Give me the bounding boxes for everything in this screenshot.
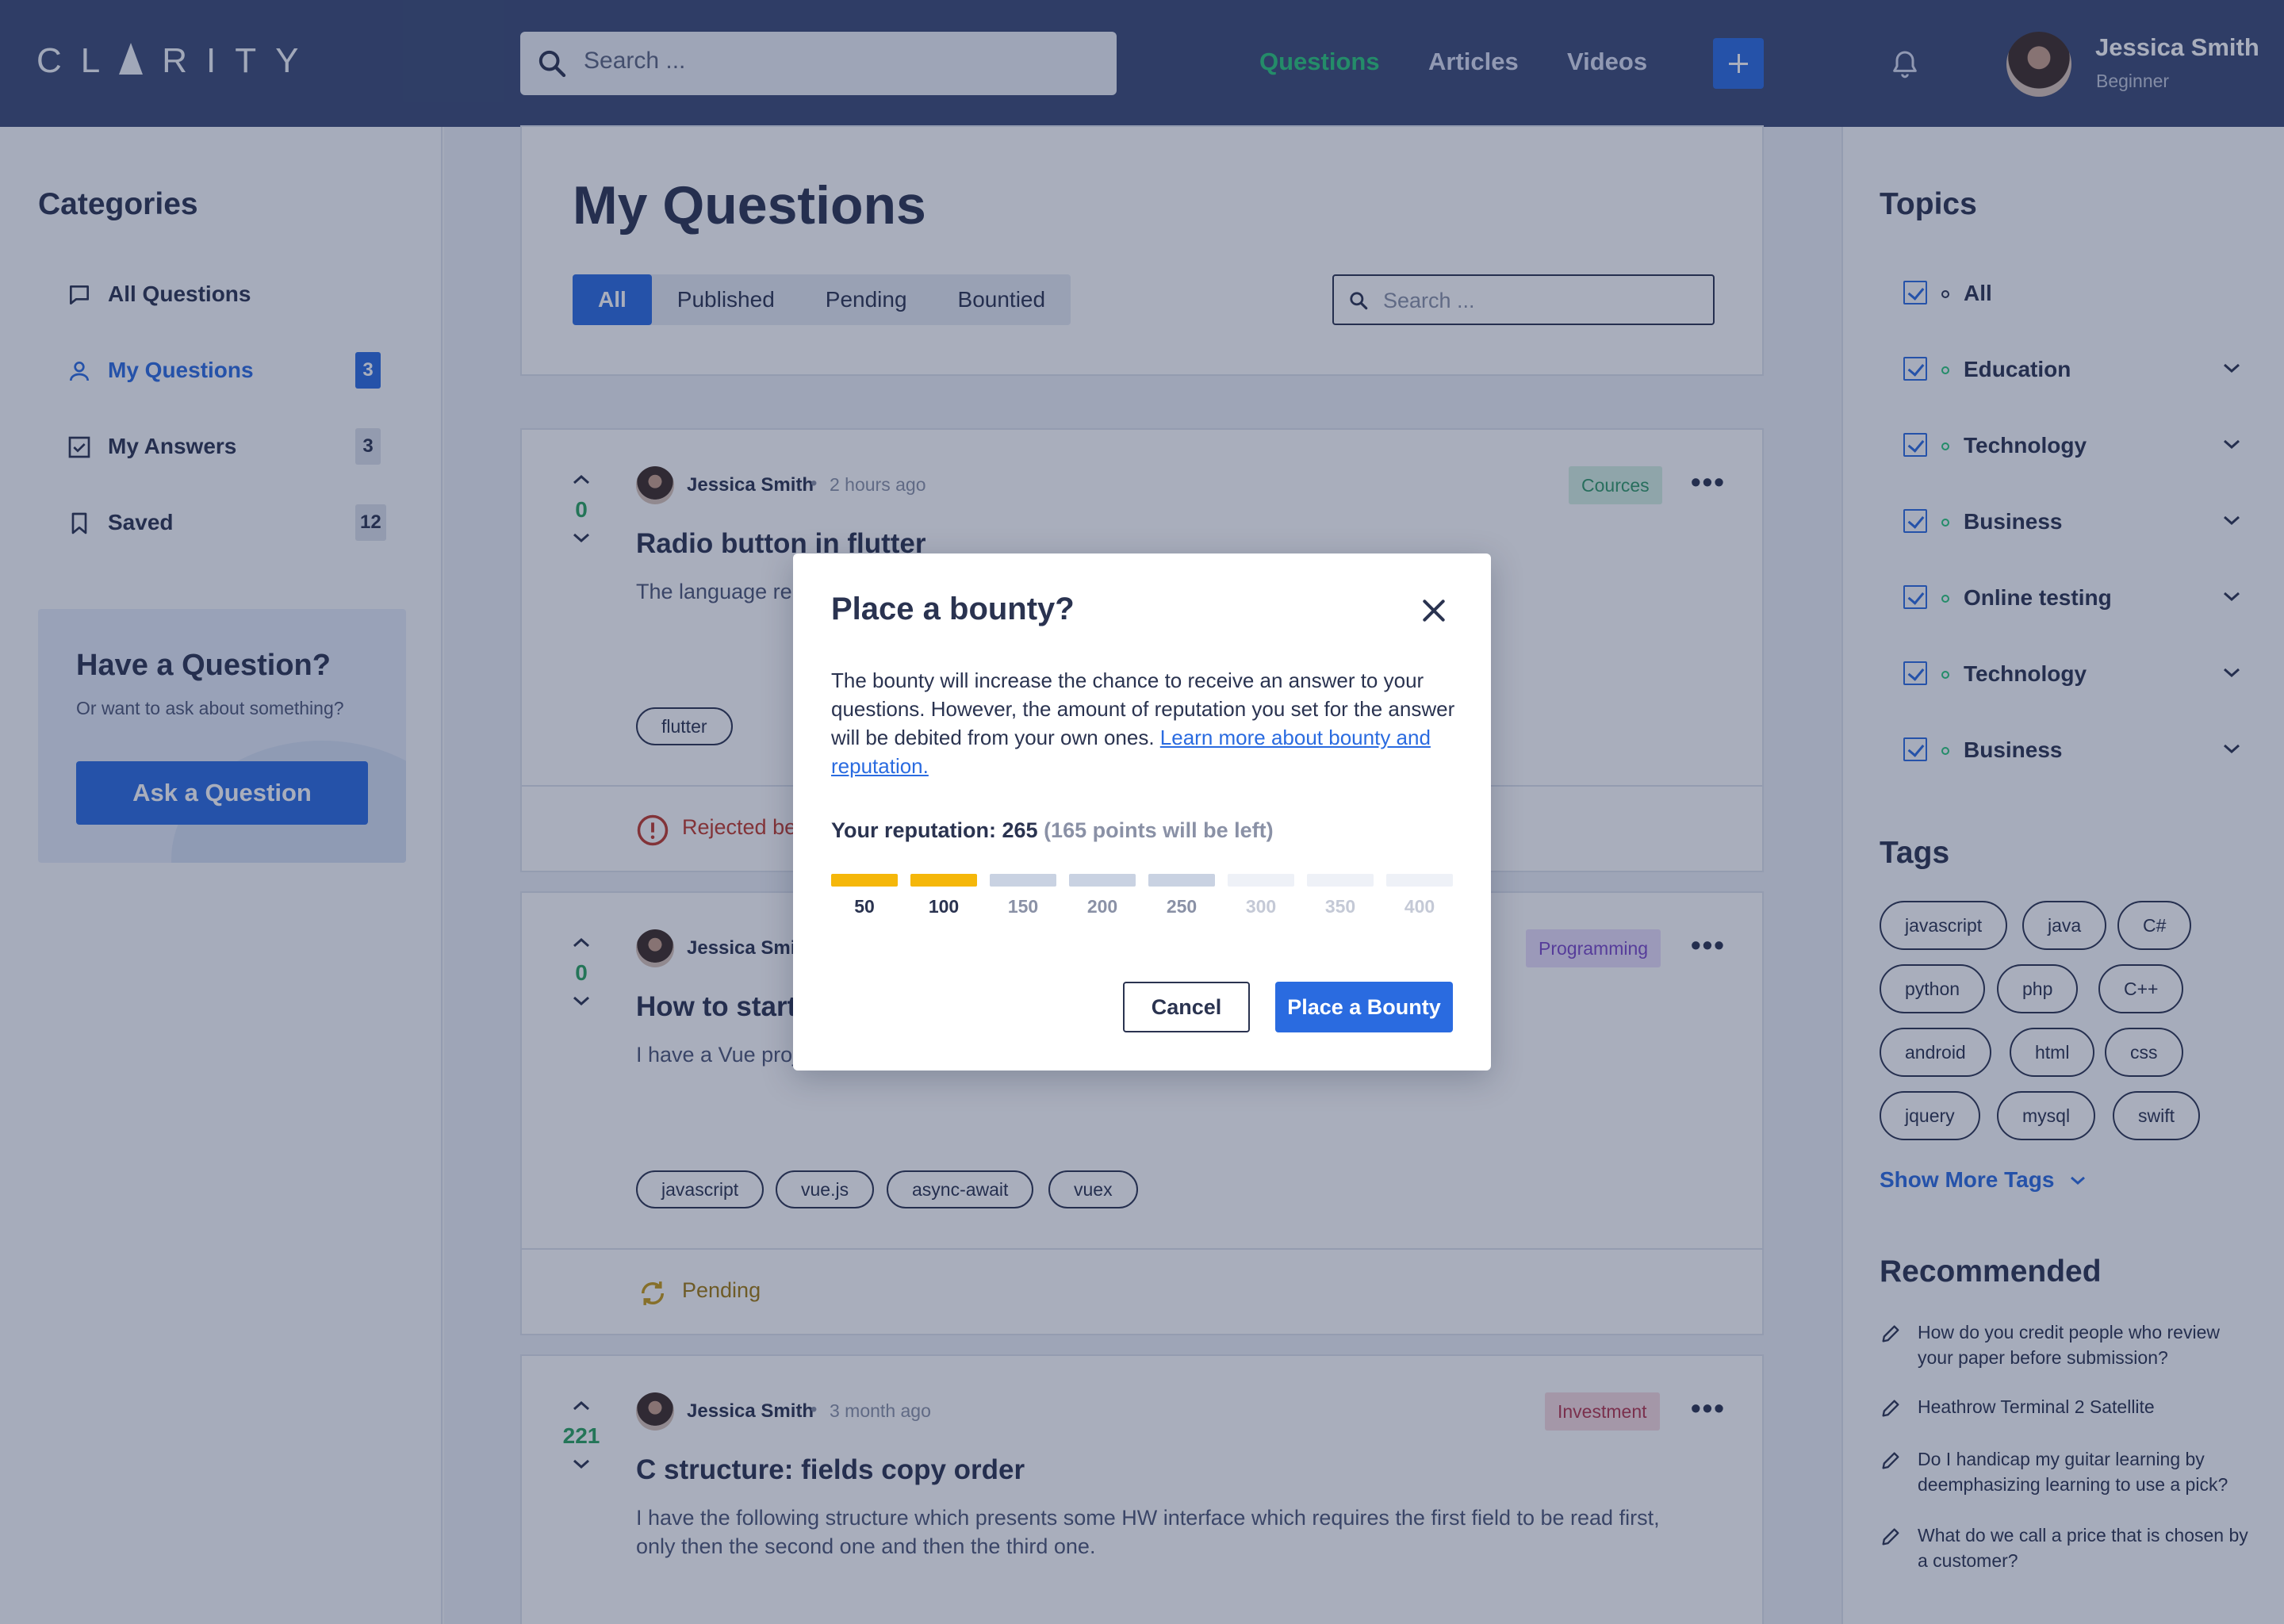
bounty-level-segment <box>1148 874 1215 887</box>
reputation-note: (165 points will be left) <box>1044 818 1274 842</box>
bounty-level-250[interactable]: 250 <box>1148 874 1215 917</box>
bounty-level-value: 50 <box>854 896 875 917</box>
bounty-level-150[interactable]: 150 <box>990 874 1056 917</box>
bounty-level-segment <box>990 874 1056 887</box>
reputation-summary: Your reputation: 265 (165 points will be… <box>831 818 1274 843</box>
bounty-level-50[interactable]: 50 <box>831 874 898 917</box>
bounty-level-segment <box>1069 874 1136 887</box>
reputation-label: Your reputation: 265 <box>831 818 1038 842</box>
bounty-level-segment <box>831 874 898 887</box>
modal-title: Place a bounty? <box>831 592 1075 626</box>
bounty-level-value: 100 <box>928 896 960 917</box>
bounty-level-value: 350 <box>1324 896 1356 917</box>
bounty-level-value: 250 <box>1166 896 1198 917</box>
bounty-level-400: 400 <box>1386 874 1453 917</box>
place-bounty-button[interactable]: Place a Bounty <box>1275 982 1453 1032</box>
bounty-level-value: 300 <box>1245 896 1277 917</box>
bounty-level-300: 300 <box>1228 874 1294 917</box>
modal-description: The bounty will increase the chance to r… <box>831 666 1458 780</box>
bounty-modal: Place a bounty? The bounty will increase… <box>793 553 1491 1071</box>
bounty-level-segment <box>910 874 977 887</box>
bounty-level-value: 400 <box>1404 896 1435 917</box>
bounty-level-value: 150 <box>1007 896 1039 917</box>
bounty-level-selector: 50 100 150 200 250 300 350 400 <box>831 874 1453 921</box>
close-icon[interactable] <box>1418 595 1450 626</box>
bounty-level-200[interactable]: 200 <box>1069 874 1136 917</box>
bounty-level-segment <box>1307 874 1374 887</box>
bounty-level-100[interactable]: 100 <box>910 874 977 917</box>
bounty-level-value: 200 <box>1086 896 1118 917</box>
bounty-level-segment <box>1386 874 1453 887</box>
bounty-level-segment <box>1228 874 1294 887</box>
bounty-level-350: 350 <box>1307 874 1374 917</box>
cancel-button[interactable]: Cancel <box>1123 982 1250 1032</box>
